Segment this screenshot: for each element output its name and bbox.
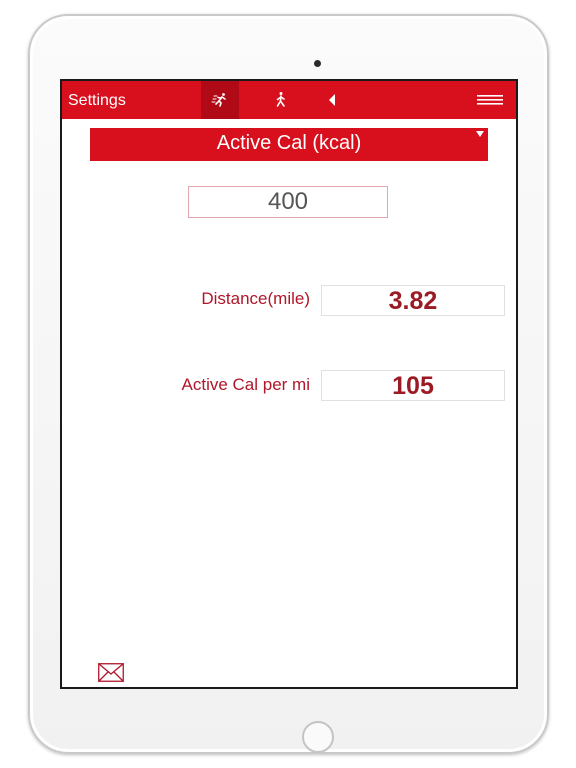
back-arrow-icon	[329, 94, 335, 106]
distance-value: 3.82	[321, 285, 505, 316]
distance-label: Distance(mile)	[201, 289, 310, 308]
settings-button[interactable]: Settings	[68, 92, 126, 110]
home-button[interactable]	[302, 721, 334, 753]
app-screen: Settings Active Cal (kcal) 400 Distance(…	[60, 79, 518, 689]
front-camera	[314, 60, 321, 67]
cal-per-mile-value: 105	[321, 370, 505, 401]
running-icon	[211, 93, 226, 107]
mail-icon[interactable]	[98, 663, 124, 682]
metric-selector-dropdown[interactable]: Active Cal (kcal)	[90, 128, 488, 161]
cal-per-mile-label: Active Cal per mi	[181, 375, 310, 394]
walking-mode-button[interactable]	[262, 81, 300, 119]
running-mode-button[interactable]	[201, 81, 239, 119]
hamburger-menu-icon	[477, 95, 503, 105]
metric-selector-label: Active Cal (kcal)	[216, 132, 362, 154]
back-button[interactable]	[314, 81, 352, 119]
menu-button[interactable]	[472, 81, 508, 119]
navigation-bar: Settings	[62, 81, 516, 119]
walking-icon	[276, 92, 285, 107]
dropdown-arrow-icon	[476, 131, 484, 137]
calorie-input[interactable]	[188, 186, 388, 218]
